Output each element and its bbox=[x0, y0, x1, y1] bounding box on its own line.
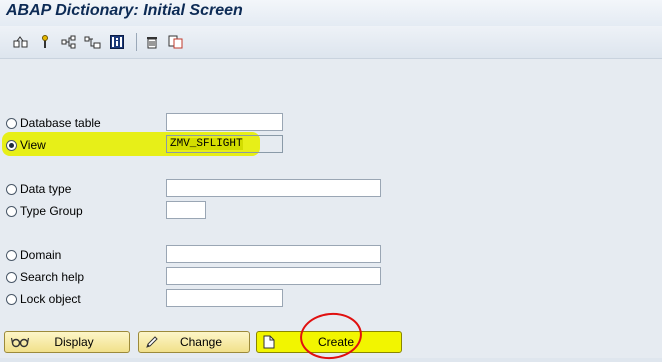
view-input[interactable]: ZMV_SFLIGHT bbox=[166, 135, 283, 153]
toolbar-separator bbox=[136, 33, 137, 51]
object-option-data-type[interactable]: Data type bbox=[6, 180, 71, 198]
radio-type-group[interactable] bbox=[6, 205, 17, 217]
object-option-lock-object[interactable]: Lock object bbox=[6, 290, 81, 308]
display-glasses-icon bbox=[10, 335, 30, 352]
option-label: Domain bbox=[20, 248, 62, 262]
object-option-database-table[interactable]: Database table bbox=[6, 114, 101, 132]
hierarchy-icon[interactable] bbox=[60, 34, 78, 50]
radio-database-table[interactable] bbox=[6, 117, 17, 129]
object-option-view[interactable]: View bbox=[6, 136, 46, 154]
radio-lock-object[interactable] bbox=[6, 293, 17, 305]
option-label: View bbox=[20, 138, 46, 152]
search-help-input[interactable] bbox=[166, 267, 381, 285]
window-title: ABAP Dictionary: Initial Screen bbox=[6, 2, 243, 19]
object-option-search-help[interactable]: Search help bbox=[6, 268, 84, 286]
view-input-value: ZMV_SFLIGHT bbox=[170, 138, 243, 150]
type-group-input[interactable] bbox=[166, 201, 206, 219]
copy-icon[interactable] bbox=[167, 34, 185, 50]
info-icon[interactable] bbox=[108, 34, 126, 50]
radio-data-type[interactable] bbox=[6, 183, 17, 195]
where-used-icon[interactable] bbox=[36, 34, 54, 50]
application-toolbar bbox=[0, 26, 662, 59]
delete-icon[interactable] bbox=[143, 34, 161, 50]
pencil-icon bbox=[145, 335, 159, 352]
option-label: Data type bbox=[20, 182, 72, 196]
change-button[interactable]: Change bbox=[138, 331, 250, 353]
option-label: Database table bbox=[20, 116, 101, 130]
option-label: Lock object bbox=[20, 292, 81, 306]
object-option-domain[interactable]: Domain bbox=[6, 246, 61, 264]
radio-domain[interactable] bbox=[6, 249, 17, 261]
option-label: Type Group bbox=[20, 204, 83, 218]
domain-input[interactable] bbox=[166, 245, 381, 263]
title-bar: ABAP Dictionary: Initial Screen bbox=[0, 0, 662, 26]
display-object-list-icon[interactable] bbox=[84, 34, 102, 50]
display-button[interactable]: Display bbox=[4, 331, 130, 353]
database-table-input[interactable] bbox=[166, 113, 283, 131]
option-label: Search help bbox=[20, 270, 85, 284]
data-type-input[interactable] bbox=[166, 179, 381, 197]
lock-object-input[interactable] bbox=[166, 289, 283, 307]
radio-view[interactable] bbox=[6, 139, 17, 151]
object-option-type-group[interactable]: Type Group bbox=[6, 202, 83, 220]
radio-search-help[interactable] bbox=[6, 271, 17, 283]
new-document-icon bbox=[263, 335, 275, 352]
other-object-icon[interactable] bbox=[12, 34, 30, 50]
